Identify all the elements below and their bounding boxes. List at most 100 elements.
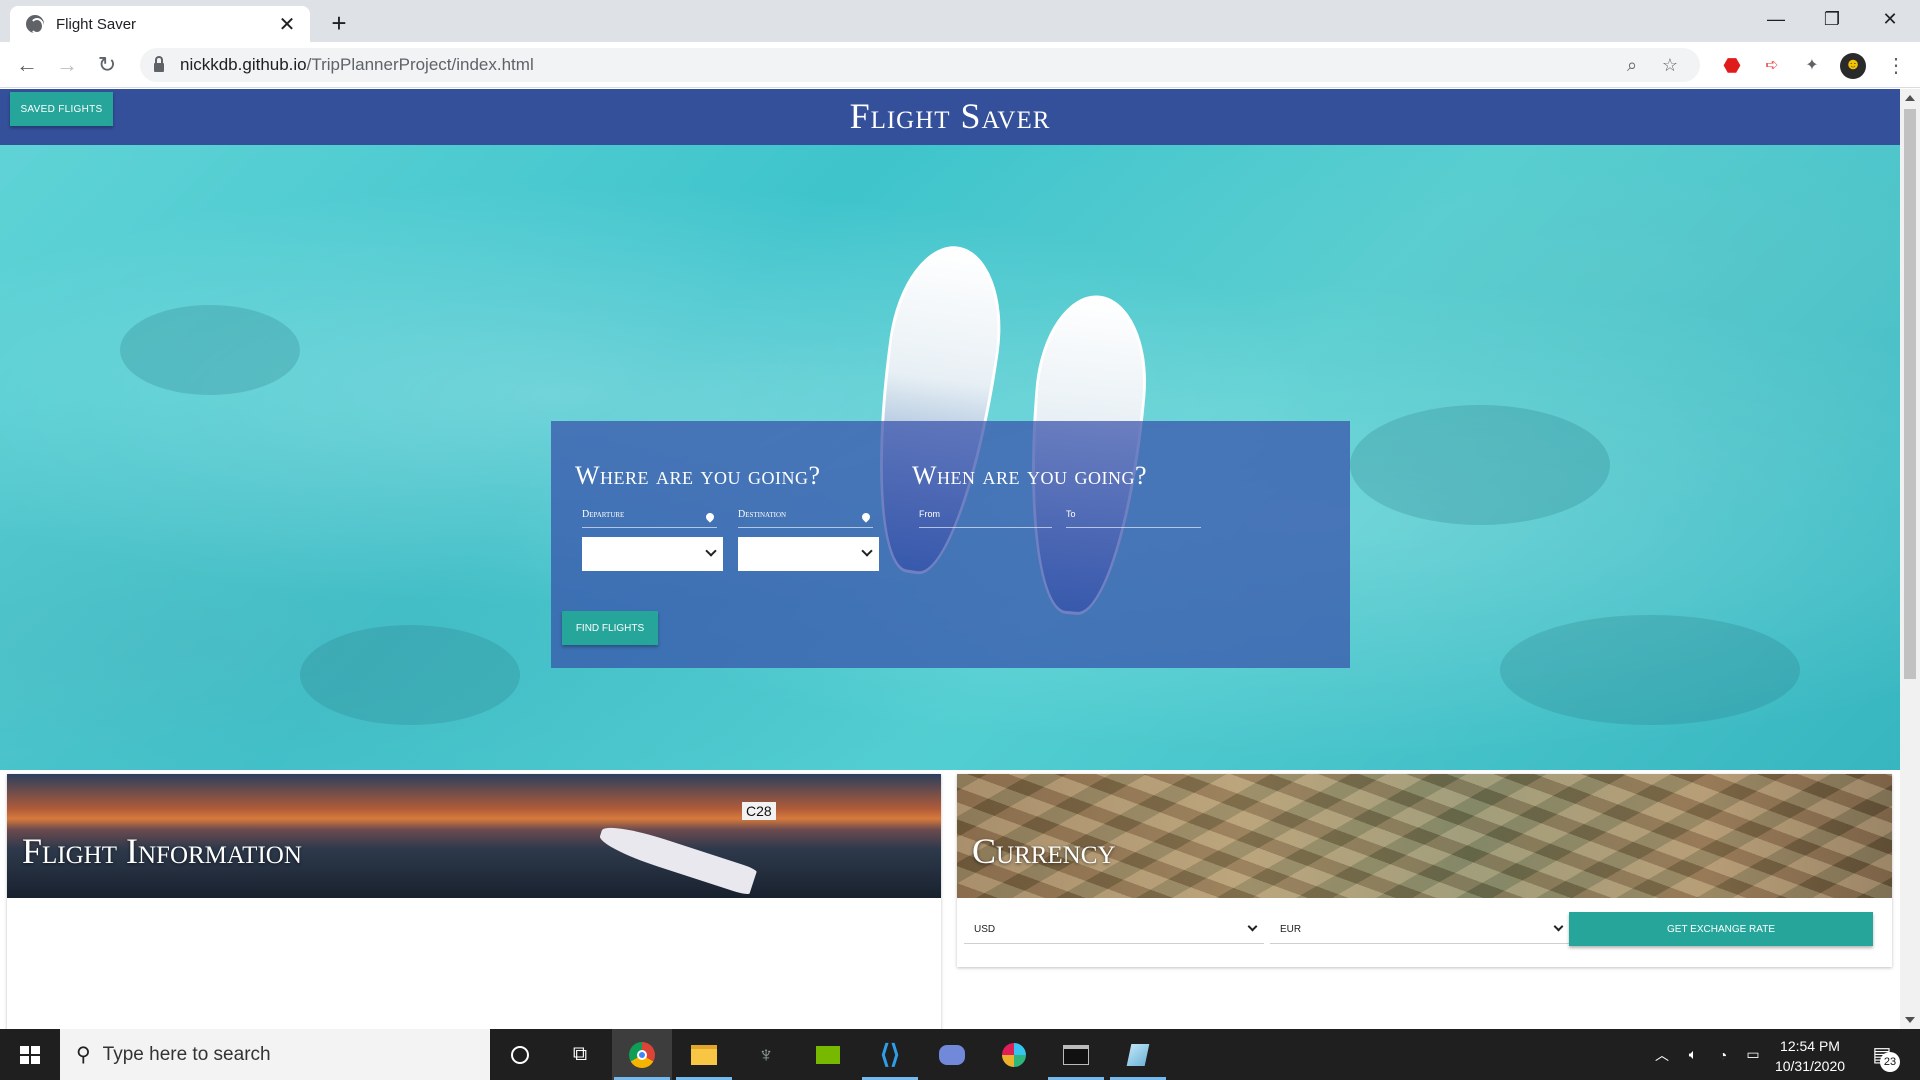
restore-button[interactable]: ❐ (1804, 0, 1860, 40)
chrome-icon (629, 1041, 655, 1068)
notification-count-badge: 23 (1880, 1052, 1900, 1072)
forward-button[interactable]: → (52, 50, 82, 80)
to-date-label: To (1066, 509, 1076, 519)
browser-tab[interactable]: Flight Saver ✕ (10, 6, 310, 42)
predator-icon: ♆ (757, 1041, 775, 1067)
taskbar-search-placeholder: Type here to search (102, 1043, 271, 1065)
reload-button[interactable]: ↻ (92, 50, 122, 80)
discord-icon (939, 1044, 965, 1065)
currency-title: Currency (972, 831, 1116, 871)
flight-information-card: C28 Flight Information (7, 774, 941, 1029)
to-currency-select[interactable]: EUR (1270, 914, 1570, 944)
destination-select[interactable] (738, 537, 879, 571)
minimize-button[interactable]: — (1748, 0, 1804, 40)
new-tab-button[interactable]: + (324, 8, 354, 38)
scrollbar-thumb[interactable] (1904, 109, 1916, 679)
reef-shadow (300, 625, 520, 725)
close-tab-icon[interactable]: ✕ (276, 12, 298, 37)
discord-taskbar-icon[interactable] (922, 1029, 982, 1080)
start-button[interactable] (0, 1029, 60, 1080)
get-exchange-rate-button[interactable]: GET EXCHANGE RATE (1569, 912, 1873, 946)
departure-label: Departure (582, 509, 625, 520)
vscode-icon: ⟨⟩ (879, 1039, 901, 1069)
departure-underline (582, 527, 717, 528)
terminal-icon (1063, 1044, 1089, 1065)
clock-time: 12:54 PM (1780, 1038, 1840, 1054)
reef-shadow (1350, 405, 1610, 525)
search-icon: ⚲ (76, 1044, 91, 1066)
taskbar-clock[interactable]: 12:54 PM 10/31/2020 (1770, 1036, 1850, 1076)
nvidia-icon (816, 1045, 840, 1064)
from-date-input[interactable] (919, 527, 1052, 528)
reef-shadow (1500, 615, 1800, 725)
task-view-button[interactable]: ⧉ (550, 1029, 610, 1080)
departure-select[interactable] (582, 537, 723, 571)
hero-ocean-image: Where are you going? When are you going?… (0, 145, 1900, 770)
chevron-down-icon (1553, 921, 1564, 932)
where-heading: Where are you going? (575, 461, 821, 490)
clock-date: 10/31/2020 (1774, 1058, 1846, 1074)
currency-card: Currency USD EUR GET EXCHANGE RATE (957, 774, 1892, 967)
bookmark-star-icon[interactable]: ☆ (1654, 48, 1686, 82)
airplane-image (596, 819, 758, 897)
task-view-icon: ⧉ (572, 1043, 588, 1065)
battery-icon[interactable]: ▭ (1740, 1029, 1766, 1080)
slack-taskbar-icon[interactable] (984, 1029, 1044, 1080)
windows-taskbar: ⚲ Type here to search ⧉ ♆ ⟨⟩ ︿ 🔈︎ ◔ ▭ 12… (0, 1029, 1920, 1080)
lock-icon (154, 56, 164, 72)
extensions-puzzle-icon[interactable]: ✦ (1800, 54, 1824, 78)
slack-icon (1002, 1042, 1026, 1067)
when-heading: When are you going? (912, 461, 1148, 490)
action-center-button[interactable]: ▤ 23 (1862, 1029, 1902, 1080)
browser-menu-icon[interactable]: ⋮ (1884, 54, 1908, 78)
gate-sign: C28 (742, 802, 776, 820)
taskbar-search-box[interactable]: ⚲ Type here to search (60, 1029, 490, 1080)
to-date-input[interactable] (1066, 527, 1201, 528)
windows-logo-icon (20, 1046, 40, 1064)
zoom-icon[interactable]: ⌕ (1616, 48, 1648, 82)
back-button[interactable]: ← (12, 50, 42, 80)
webpage: SAVED FLIGHTS Flight Saver Where are you… (0, 89, 1900, 1029)
close-window-button[interactable]: ✕ (1862, 0, 1918, 40)
url-path: /TripPlannerProject/index.html (306, 55, 534, 74)
page-scrollbar[interactable] (1900, 89, 1920, 1029)
trip-search-panel: Where are you going? When are you going?… (551, 421, 1350, 668)
nvidia-taskbar-icon[interactable] (798, 1029, 858, 1080)
chevron-down-icon (705, 545, 717, 557)
flight-information-title: Flight Information (22, 831, 302, 871)
reef-shadow (120, 305, 300, 395)
chevron-down-icon (861, 545, 873, 557)
file-explorer-taskbar-icon[interactable] (674, 1029, 734, 1080)
to-currency-value: EUR (1280, 924, 1302, 935)
profile-avatar[interactable]: ☻ (1840, 53, 1866, 79)
scroll-up-icon[interactable] (1905, 95, 1915, 101)
browser-toolbar: ← → ↻ nickkdb.github.io/TripPlannerProje… (0, 42, 1920, 88)
folder-icon (691, 1044, 717, 1065)
show-hidden-icons-button[interactable]: ︿ (1650, 1029, 1674, 1080)
scroll-down-icon[interactable] (1905, 1017, 1915, 1023)
location-pin-icon (860, 511, 872, 523)
cast-extension-icon[interactable]: ➪ (1760, 54, 1784, 78)
find-flights-button[interactable]: FIND FLIGHTS (562, 611, 658, 645)
from-currency-value: USD (974, 924, 996, 935)
url-host: nickkdb.github.io (180, 55, 307, 74)
cortana-circle-icon (511, 1045, 529, 1064)
adblock-extension-icon[interactable]: ⬣ (1720, 54, 1744, 78)
terminal-taskbar-icon[interactable] (1046, 1029, 1106, 1080)
tab-title: Flight Saver (56, 15, 137, 33)
cortana-button[interactable] (490, 1029, 550, 1080)
from-currency-select[interactable]: USD (964, 914, 1264, 944)
vscode-taskbar-icon[interactable]: ⟨⟩ (860, 1029, 920, 1080)
chevron-down-icon (1247, 921, 1258, 932)
volume-icon[interactable]: 🔈︎ (1680, 1029, 1706, 1080)
location-pin-icon (704, 511, 716, 523)
notes-taskbar-icon[interactable] (1108, 1029, 1168, 1080)
site-header: SAVED FLIGHTS Flight Saver (0, 89, 1900, 145)
notes-icon (1126, 1043, 1150, 1066)
destination-underline (738, 527, 873, 528)
address-bar[interactable]: nickkdb.github.io/TripPlannerProject/ind… (140, 48, 1700, 82)
predator-sense-taskbar-icon[interactable]: ♆ (736, 1029, 796, 1080)
chrome-taskbar-icon[interactable] (612, 1029, 672, 1080)
wifi-icon[interactable]: ◔ (1710, 1029, 1736, 1080)
browser-tabstrip: Flight Saver ✕ + — ❐ ✕ (0, 0, 1920, 42)
